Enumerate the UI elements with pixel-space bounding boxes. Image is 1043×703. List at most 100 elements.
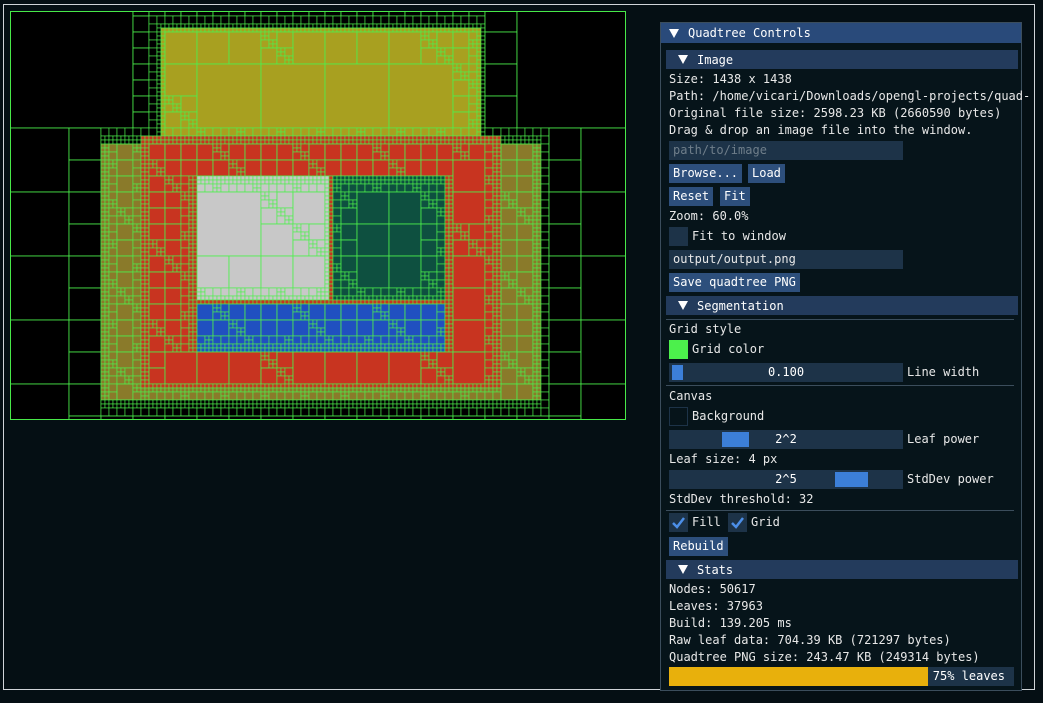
rebuild-button[interactable]: Rebuild — [669, 537, 728, 556]
quadtree-cell — [100, 247, 106, 253]
section-header-stats[interactable]: Stats — [666, 560, 1018, 579]
quadtree-cell — [460, 23, 466, 29]
quadtree-viewport[interactable] — [10, 11, 626, 420]
quadtree-cell — [372, 347, 378, 353]
quadtree-cell — [156, 387, 162, 393]
stddev-power-slider[interactable]: 2^5 — [669, 470, 903, 489]
quadtree-cell — [448, 287, 454, 293]
quadtree-cell — [536, 355, 542, 361]
quadtree-cell — [148, 95, 158, 105]
quadtree-cell — [516, 375, 526, 385]
quadtree-cell — [380, 27, 386, 33]
line-width-slider[interactable]: 0.100 — [669, 363, 903, 382]
quadtree-cell — [264, 347, 270, 353]
quadtree-cell — [480, 67, 486, 73]
quadtree-cell — [380, 299, 386, 305]
quadtree-cell — [192, 191, 198, 197]
quadtree-cell — [324, 347, 330, 353]
quadtree-cell — [580, 127, 625, 193]
quadtree-cell — [156, 15, 166, 25]
quadtree-cell — [540, 255, 550, 265]
quadtree-cell — [440, 383, 446, 389]
grid-color-swatch[interactable] — [669, 340, 688, 359]
quadtree-cell — [132, 199, 142, 209]
reset-button[interactable]: Reset — [669, 187, 714, 206]
quadtree-cell — [104, 291, 110, 297]
quadtree-cell — [108, 127, 118, 137]
quadtree-cell — [236, 299, 242, 305]
load-button[interactable]: Load — [748, 164, 785, 183]
quadtree-cell — [404, 23, 410, 29]
quadtree-cell — [120, 403, 126, 409]
quadtree-cell — [144, 351, 150, 357]
quadtree-cell — [140, 347, 146, 353]
quadtree-cell — [280, 403, 286, 409]
quadtree-cell — [156, 75, 162, 81]
quadtree-cell — [536, 303, 542, 309]
quadtree-cell — [476, 99, 482, 105]
quadtree-cell — [468, 391, 478, 401]
output-path-input[interactable]: output/output.png — [669, 250, 903, 269]
quadtree-cell — [160, 55, 166, 61]
quadtree-cell — [336, 179, 342, 185]
quadtree-cell — [368, 299, 374, 305]
quadtree-cell — [500, 383, 518, 401]
save-quadtree-png-button[interactable]: Save quadtree PNG — [669, 273, 800, 292]
quadtree-cell — [484, 215, 490, 221]
quadtree-cell — [192, 247, 198, 253]
quadtree-cell — [536, 243, 542, 249]
quadtree-cell — [108, 263, 118, 273]
quadtree-cell — [524, 299, 530, 305]
quadtree-cell — [376, 343, 382, 349]
image-path-input[interactable]: path/to/image — [669, 141, 903, 160]
quadtree-cell — [320, 295, 326, 301]
quadtree-cell — [512, 203, 518, 209]
quadtree-cell — [488, 379, 494, 385]
window-title-bar[interactable]: Quadtree Controls — [661, 23, 1021, 43]
quadtree-cell — [340, 23, 346, 29]
browse-button[interactable]: Browse... — [669, 164, 743, 183]
quadtree-cell — [160, 135, 166, 141]
fit-button[interactable]: Fit — [720, 187, 750, 206]
quadtree-cell — [100, 143, 106, 149]
quadtree-cell — [320, 135, 326, 141]
quadtree-cell — [460, 399, 466, 405]
collapse-triangle-icon[interactable] — [669, 28, 679, 38]
quadtree-cell — [324, 383, 330, 389]
quadtree-cell — [484, 143, 494, 153]
quadtree-cell — [436, 255, 446, 265]
fill-checkbox[interactable] — [669, 513, 688, 532]
quadtree-cell — [432, 283, 438, 289]
quadtree-cell — [492, 251, 498, 257]
quadtree-cell — [340, 179, 346, 185]
quadtree-cell — [488, 255, 494, 261]
section-header-segmentation[interactable]: Segmentation — [666, 296, 1018, 315]
quadtree-cell — [228, 351, 262, 385]
quadtree-cell — [332, 343, 338, 349]
quadtree-cell — [264, 27, 270, 33]
quadtree-cell — [364, 179, 370, 185]
quadtree-cell — [212, 135, 218, 141]
quadtree-cell — [532, 255, 538, 261]
quadtree-cell — [260, 179, 266, 185]
quadtree-cell — [172, 403, 178, 409]
quadtree-cell — [420, 407, 430, 417]
quadtree-cell — [164, 303, 182, 321]
background-color-swatch[interactable] — [669, 407, 688, 426]
quadtree-cell — [376, 403, 382, 409]
grid-checkbox[interactable] — [728, 513, 747, 532]
quadtree-cell — [420, 387, 426, 393]
quadtree-cell — [356, 135, 362, 141]
fit-to-window-checkbox[interactable] — [669, 227, 688, 246]
quadtree-cell — [188, 339, 194, 345]
quadtree-cell — [168, 139, 174, 145]
quadtree-cell — [152, 163, 158, 169]
quadtree-cell — [404, 127, 414, 137]
quadtree-cell — [100, 335, 106, 341]
section-header-image[interactable]: Image — [666, 50, 1018, 69]
quadtree-cell — [284, 183, 294, 193]
leaf-power-slider[interactable]: 2^2 — [669, 430, 903, 449]
quadtree-cell — [444, 367, 454, 377]
quadtree-cell — [292, 391, 302, 401]
quadtree-cell — [252, 175, 258, 181]
